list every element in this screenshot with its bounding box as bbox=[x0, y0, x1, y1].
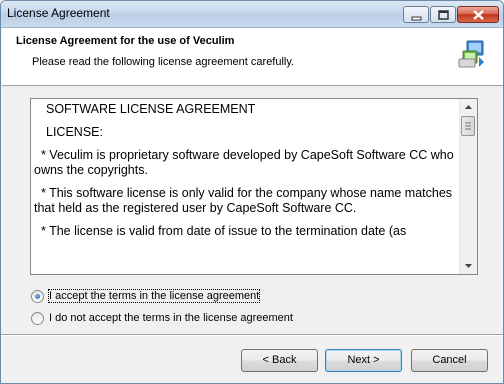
footer-divider bbox=[1, 334, 503, 336]
license-heading: SOFTWARE LICENSE AGREEMENT bbox=[46, 102, 256, 116]
back-button[interactable]: < Back bbox=[241, 349, 318, 372]
license-paragraph: * This software license is only valid fo… bbox=[34, 186, 456, 215]
header-title: License Agreement for the use of Veculim bbox=[16, 35, 235, 47]
accept-label[interactable]: I accept the terms in the license agreem… bbox=[47, 289, 261, 303]
close-button[interactable] bbox=[457, 6, 499, 23]
license-paragraph: * The license is valid from date of issu… bbox=[34, 224, 407, 238]
installer-window: License Agreement License Agreement for … bbox=[0, 0, 504, 384]
radio-selected-dot bbox=[35, 294, 40, 299]
window-title: License Agreement bbox=[7, 6, 110, 20]
maximize-button[interactable] bbox=[430, 6, 456, 23]
header-subtitle: Please read the following license agreem… bbox=[32, 56, 295, 68]
header-banner: License Agreement for the use of Veculim… bbox=[2, 28, 503, 86]
decline-label[interactable]: I do not accept the terms in the license… bbox=[49, 312, 293, 324]
cancel-button[interactable]: Cancel bbox=[411, 349, 488, 372]
scrollbar-thumb[interactable] bbox=[461, 116, 475, 136]
close-icon bbox=[473, 10, 484, 20]
license-section-label: LICENSE: bbox=[46, 125, 103, 139]
vertical-scrollbar[interactable] bbox=[459, 99, 477, 274]
license-text: SOFTWARE LICENSE AGREEMENT LICENSE: * Ve… bbox=[34, 102, 459, 272]
grip-icon bbox=[465, 122, 471, 130]
decline-radio[interactable] bbox=[31, 312, 44, 325]
next-button[interactable]: Next > bbox=[325, 349, 402, 372]
license-paragraph: * Veculim is proprietary software develo… bbox=[34, 148, 458, 177]
minimize-icon bbox=[411, 16, 422, 21]
minimize-button[interactable] bbox=[403, 6, 429, 23]
scroll-down-arrow-icon[interactable] bbox=[460, 257, 477, 274]
accept-radio[interactable] bbox=[31, 290, 44, 303]
setup-computer-icon bbox=[458, 40, 484, 68]
title-bar[interactable]: License Agreement bbox=[1, 1, 503, 28]
scroll-up-arrow-icon[interactable] bbox=[460, 99, 477, 116]
maximize-icon bbox=[438, 10, 449, 20]
license-text-box[interactable]: SOFTWARE LICENSE AGREEMENT LICENSE: * Ve… bbox=[30, 98, 478, 275]
